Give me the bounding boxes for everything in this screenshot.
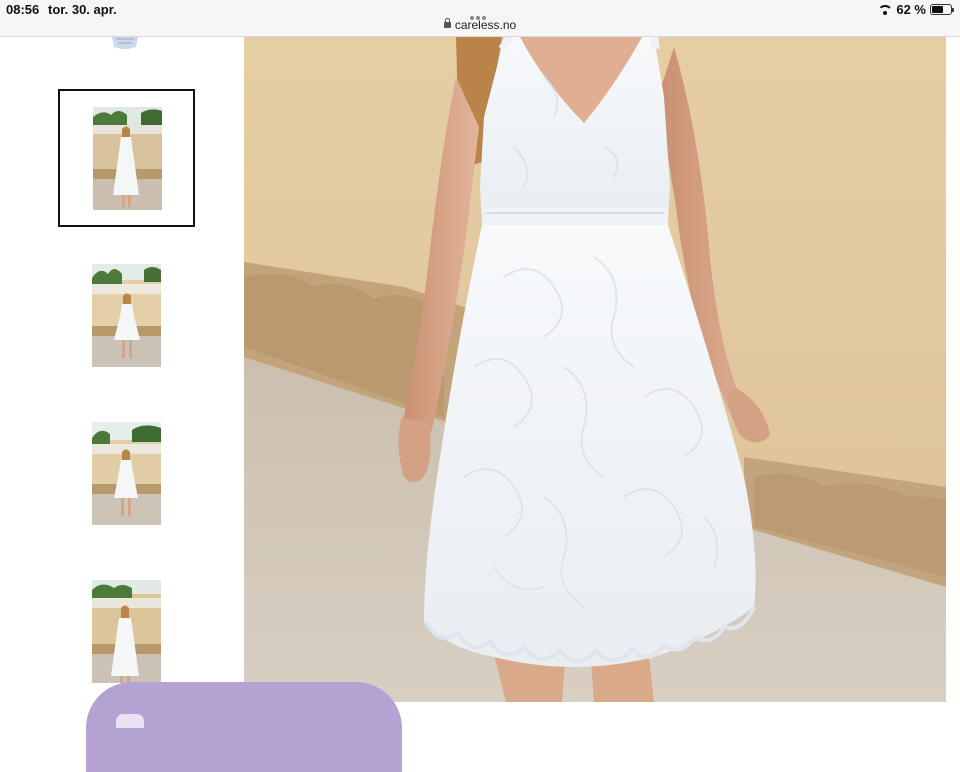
thumbnail-image bbox=[93, 107, 162, 210]
thumbnail-image bbox=[92, 264, 161, 367]
thumbnail-4[interactable] bbox=[92, 580, 161, 683]
address-url: careless.no bbox=[454, 18, 517, 32]
thumbnail-image bbox=[92, 580, 161, 683]
status-date: tor. 30. apr. bbox=[48, 2, 117, 17]
battery-fill bbox=[932, 6, 943, 13]
thumbnail-3[interactable] bbox=[92, 422, 161, 525]
thumbnail-column bbox=[0, 37, 244, 720]
main-product-image[interactable] bbox=[244, 37, 946, 702]
status-right: 62 % bbox=[878, 2, 954, 17]
wifi-icon bbox=[878, 5, 892, 15]
thumbnail-1[interactable] bbox=[58, 89, 195, 227]
battery-percent: 62 % bbox=[896, 2, 926, 17]
status-bar: 08:56 tor. 30. apr. careless.no 62 % bbox=[0, 0, 960, 37]
thumbnail-partial[interactable] bbox=[108, 37, 142, 51]
chat-icon bbox=[116, 714, 144, 728]
lock-icon bbox=[443, 17, 451, 28]
chat-button[interactable] bbox=[86, 682, 402, 772]
more-dots-icon[interactable] bbox=[470, 7, 490, 20]
thumbnail-image bbox=[92, 422, 161, 525]
battery-icon bbox=[930, 4, 954, 15]
address-bar[interactable]: careless.no bbox=[0, 17, 960, 32]
status-time: 08:56 bbox=[6, 2, 40, 17]
thumbnail-2[interactable] bbox=[92, 264, 161, 367]
